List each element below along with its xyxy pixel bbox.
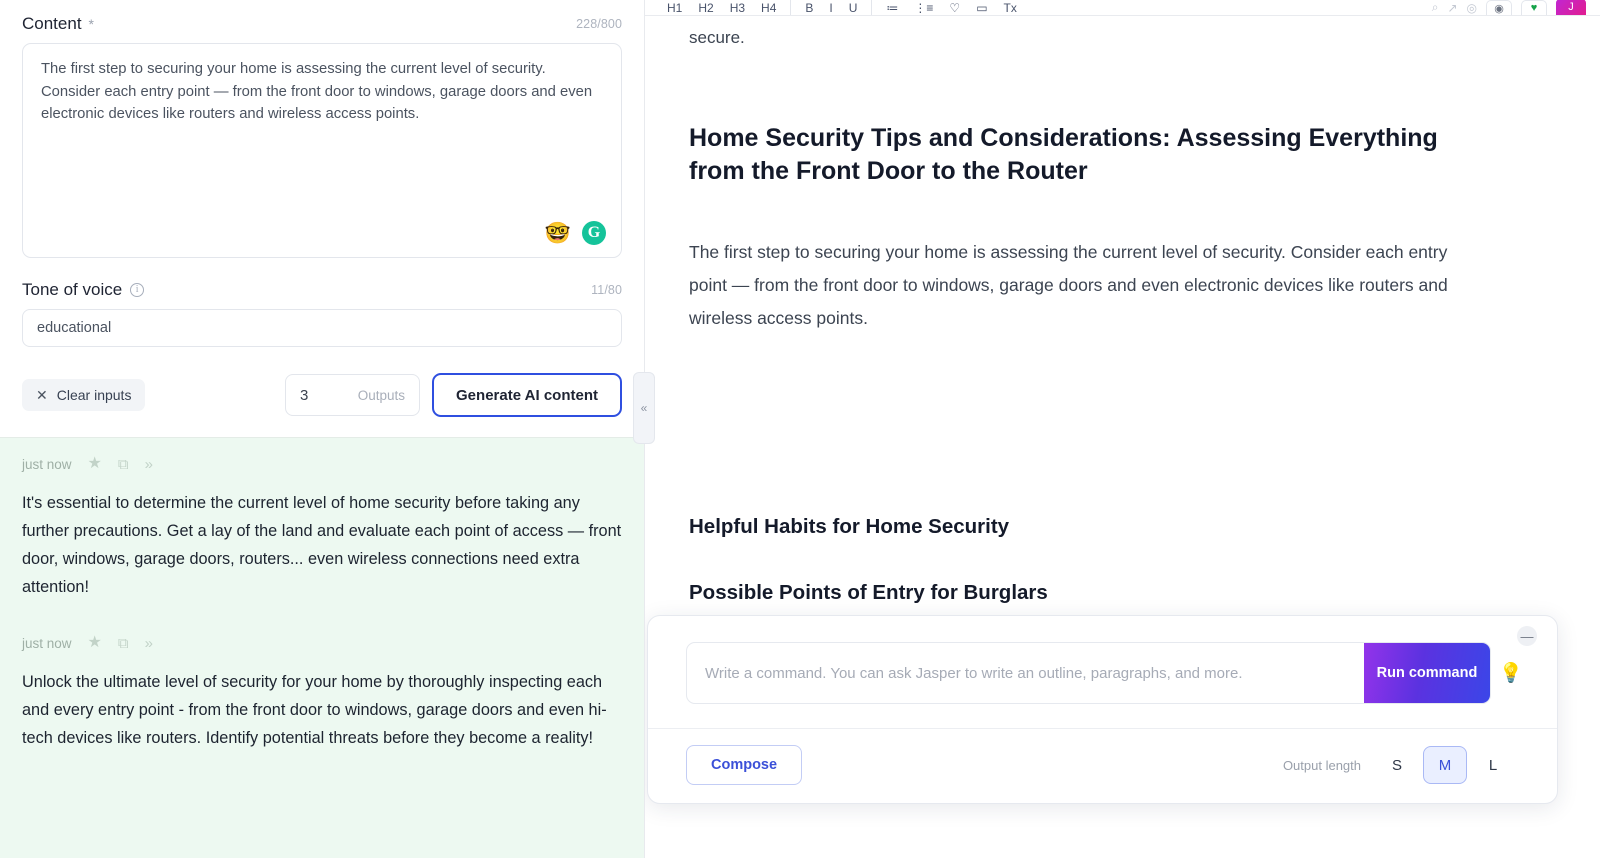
lightbulb-icon[interactable]: 💡 [1491, 642, 1531, 704]
run-command-button[interactable]: Run command [1364, 643, 1490, 703]
output-length-m[interactable]: M [1423, 746, 1467, 784]
toolbar-group-lists: ≔ ⋮≡ ♡ ▭ Tx [872, 2, 1030, 15]
history-icon[interactable]: ◎ [1467, 1, 1477, 15]
output-length-label: Output length [1282, 757, 1361, 773]
command-options-row: Compose Output length S M L [648, 728, 1557, 803]
output-meta-row: just now ★ ⧉ » [22, 635, 622, 651]
document-heading[interactable]: Helpful Habits for Home Security [689, 515, 1556, 539]
jasper-avatar[interactable]: J [1556, 0, 1586, 15]
content-field-header: Content * 228/800 [22, 14, 622, 34]
plagiarism-chip-icon[interactable]: ◉ [1486, 0, 1512, 15]
output-timestamp: just now [22, 456, 72, 472]
tone-field-header: Tone of voice i 11/80 [22, 280, 622, 300]
outputs-stepper[interactable]: 3 Outputs [285, 374, 421, 416]
generated-outputs-list: just now ★ ⧉ » It's essential to determi… [0, 437, 644, 858]
clear-inputs-label: Clear inputs [56, 387, 132, 403]
tone-label: Tone of voice [22, 280, 123, 299]
content-textarea[interactable]: The first step to securing your home is … [22, 43, 622, 258]
toolbar-group-headings: H1 H2 H3 H4 [653, 2, 790, 15]
outputs-label: Outputs [357, 387, 406, 403]
inputs-form: Content * 228/800 The first step to secu… [0, 0, 644, 437]
copy-icon[interactable]: ⧉ [118, 457, 129, 472]
outputs-value: 3 [300, 386, 309, 404]
command-input-wrapper[interactable]: Write a command. You can ask Jasper to w… [686, 642, 1491, 704]
output-text[interactable]: Unlock the ultimate level of security fo… [22, 668, 622, 752]
command-input-row: Write a command. You can ask Jasper to w… [648, 616, 1557, 728]
underline-icon[interactable]: U [849, 2, 858, 15]
required-asterisk-icon: * [88, 16, 94, 32]
highlight-icon[interactable]: ♡ [949, 2, 960, 15]
content-textarea-value: The first step to securing your home is … [41, 61, 593, 122]
textarea-icon-group: 🤓 G [545, 221, 606, 245]
output-length-s[interactable]: S [1375, 746, 1419, 784]
heading-4-icon[interactable]: H4 [761, 2, 776, 15]
inputs-panel: Content * 228/800 The first step to secu… [0, 0, 655, 858]
generate-controls: 3 Outputs Generate AI content [285, 373, 622, 417]
document-cut-line: secure. [689, 28, 745, 47]
output-card: just now ★ ⧉ » Unlock the ultimate level… [22, 635, 622, 752]
search-icon[interactable]: ⌕ [1432, 0, 1439, 15]
output-length-group: Output length S M L [1283, 746, 1515, 784]
output-length-l[interactable]: L [1471, 746, 1515, 784]
grammarly-chip-icon[interactable]: ♥ [1521, 0, 1547, 15]
heading-1-icon[interactable]: H1 [667, 2, 682, 15]
grammarly-icon[interactable]: G [582, 221, 606, 245]
output-timestamp: just now [22, 635, 72, 651]
tone-char-counter: 11/80 [591, 283, 622, 297]
document-heading[interactable]: Possible Points of Entry for Burglars [689, 581, 1556, 605]
info-icon[interactable]: i [130, 283, 145, 297]
editor-panel: H1 H2 H3 H4 B I U ≔ ⋮≡ ♡ ▭ Tx ⌕ ↗ ◎ ◉ ♥ … [645, 0, 1600, 858]
form-action-row: ✕ Clear inputs 3 Outputs Generate AI con… [22, 373, 622, 417]
content-char-counter: 228/800 [576, 17, 622, 31]
heading-3-icon[interactable]: H3 [730, 2, 745, 15]
tone-input[interactable]: educational [22, 309, 622, 347]
output-card: just now ★ ⧉ » It's essential to determi… [22, 456, 622, 601]
bullet-list-icon[interactable]: ⋮≡ [914, 2, 933, 15]
insert-icon[interactable]: » [145, 457, 153, 472]
document-title[interactable]: Home Security Tips and Considerations: A… [689, 122, 1489, 188]
heading-2-icon[interactable]: H2 [698, 2, 713, 15]
star-icon[interactable]: ★ [88, 635, 102, 651]
document-paragraph[interactable]: The first step to securing your home is … [689, 236, 1479, 335]
bold-icon[interactable]: B [805, 2, 813, 15]
close-icon: ✕ [36, 386, 48, 403]
ordered-list-icon[interactable]: ≔ [886, 2, 898, 15]
minimize-icon[interactable]: — [1517, 626, 1537, 646]
toolbar-right-group: ⌕ ↗ ◎ ◉ ♥ J [1432, 0, 1586, 15]
tone-input-value: educational [37, 320, 112, 336]
copy-icon[interactable]: ⧉ [118, 636, 129, 651]
generate-ai-content-button[interactable]: Generate AI content [432, 373, 622, 417]
insert-icon[interactable]: » [145, 636, 153, 651]
star-icon[interactable]: ★ [88, 456, 102, 472]
editor-toolbar: H1 H2 H3 H4 B I U ≔ ⋮≡ ♡ ▭ Tx ⌕ ↗ ◎ ◉ ♥ … [645, 0, 1600, 16]
italic-icon[interactable]: I [829, 2, 832, 15]
panel-collapse-handle[interactable]: « [633, 372, 655, 444]
compose-button[interactable]: Compose [686, 745, 803, 785]
output-text[interactable]: It's essential to determine the current … [22, 489, 622, 601]
app-root: Content * 228/800 The first step to secu… [0, 0, 1600, 858]
clear-inputs-button[interactable]: ✕ Clear inputs [22, 379, 146, 411]
content-label: Content [22, 14, 82, 33]
jasper-command-bar: Write a command. You can ask Jasper to w… [647, 615, 1558, 804]
share-icon[interactable]: ↗ [1447, 1, 1457, 15]
clear-format-icon[interactable]: Tx [1004, 2, 1017, 15]
nerd-face-emoji-icon[interactable]: 🤓 [545, 223, 571, 244]
toolbar-group-format: B I U [791, 2, 871, 15]
image-icon[interactable]: ▭ [976, 2, 987, 15]
output-meta-row: just now ★ ⧉ » [22, 456, 622, 472]
command-input[interactable]: Write a command. You can ask Jasper to w… [687, 643, 1364, 703]
